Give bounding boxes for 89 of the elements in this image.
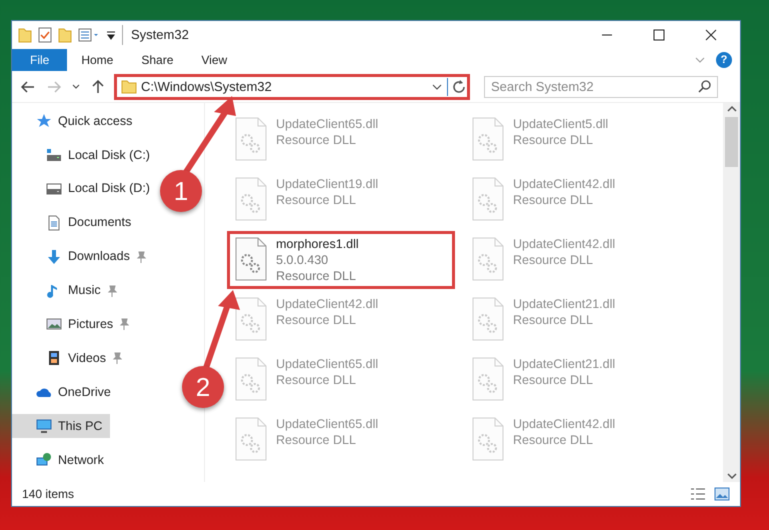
dll-file-icon (234, 296, 268, 342)
up-arrow-icon (92, 80, 104, 94)
dll-file-icon (234, 416, 268, 462)
ribbon-tab[interactable]: Share (127, 49, 188, 71)
right-arrow-icon (47, 80, 61, 92)
file-name: UpdateClient65.dll (276, 416, 378, 432)
file-name: UpdateClient21.dll (513, 296, 616, 312)
item-count: 140 items (22, 486, 74, 503)
dropdown-icon[interactable] (106, 29, 116, 41)
address-path: C:\Windows\System32 (141, 78, 273, 96)
drive-icon (46, 180, 62, 197)
scrollbar-thumb[interactable] (725, 117, 738, 167)
dll-file-icon (471, 236, 505, 282)
file-type: Resource DLL (276, 132, 357, 148)
dll-file-icon (471, 296, 505, 342)
dll-file-icon (471, 116, 505, 162)
file-name: UpdateClient42.dll (513, 416, 616, 432)
ribbon-tab[interactable]: Home (67, 49, 128, 71)
ribbon-tab[interactable]: File (12, 49, 68, 71)
file-name: UpdateClient5.dll (513, 116, 608, 132)
pin-icon[interactable] (106, 284, 117, 297)
left-arrow-icon (21, 80, 35, 92)
refresh-icon[interactable] (447, 78, 465, 96)
scroll-down-icon[interactable] (726, 472, 736, 480)
file-name: morphores1.dll (276, 236, 359, 252)
file-name: UpdateClient21.dll (513, 356, 616, 372)
file-type: Resource DLL (276, 192, 357, 208)
file-name: UpdateClient65.dll (276, 356, 378, 372)
file-type: Resource DLL (513, 432, 594, 448)
monitor-icon (36, 418, 52, 434)
file-tile[interactable]: morphores1.dll 5.0.0.430 Resource DLL (227, 231, 455, 289)
details-view-icon[interactable] (690, 487, 706, 501)
sidebar-item[interactable]: OneDrive (12, 380, 119, 404)
network-icon (36, 452, 52, 468)
sidebar-item[interactable]: This PC (12, 414, 110, 438)
download-arrow-icon (46, 248, 62, 265)
sidebar-item[interactable]: Pictures (12, 312, 138, 336)
file-type: Resource DLL (513, 252, 594, 268)
pin-icon[interactable] (112, 352, 122, 364)
ribbon-tab[interactable]: View (187, 49, 242, 71)
file-name: UpdateClient42.dll (513, 236, 616, 252)
dll-file-icon (234, 356, 268, 402)
file-type: Resource DLL (513, 192, 594, 208)
large-icons-view-icon[interactable] (714, 487, 730, 501)
file-name: UpdateClient42.dll (513, 176, 616, 192)
file-name: UpdateClient42.dll (276, 296, 378, 312)
file-type: Resource DLL (276, 432, 357, 448)
file-name: UpdateClient65.dll (276, 116, 378, 132)
file-version: 5.0.0.430 (276, 252, 330, 268)
maximize-icon (653, 29, 665, 41)
file-type: Resource DLL (513, 372, 594, 388)
dll-file-icon (471, 176, 505, 222)
dll-file-icon (234, 176, 268, 222)
scrollbar[interactable] (723, 103, 740, 482)
pin-icon[interactable] (119, 318, 130, 330)
document-icon (46, 214, 62, 231)
file-type: Resource DLL (276, 312, 357, 328)
chevron-down-icon[interactable] (431, 82, 443, 92)
pin-icon[interactable] (136, 250, 146, 263)
chevron-down-icon (72, 84, 80, 90)
film-icon (46, 350, 62, 366)
file-type: Resource DLL (513, 312, 594, 328)
folder-icon (121, 79, 137, 94)
sidebar-item[interactable]: Local Disk (C:) (12, 142, 158, 167)
dll-file-icon (234, 236, 268, 282)
sidebar-item[interactable]: Music (12, 278, 125, 303)
file-name: UpdateClient19.dll (276, 176, 378, 192)
window-title: System32 (122, 25, 189, 45)
close-icon (705, 29, 717, 41)
sidebar-item[interactable]: Local Disk (D:) (12, 176, 158, 201)
picture-icon (46, 316, 62, 332)
address-bar[interactable]: C:\Windows\System32 (114, 74, 470, 100)
scroll-up-icon[interactable] (726, 105, 736, 113)
sidebar-item[interactable]: Videos (12, 346, 130, 370)
checklist-icon[interactable] (38, 27, 52, 43)
sidebar-item[interactable]: Network (12, 448, 112, 472)
sidebar-item[interactable]: Downloads (12, 244, 154, 269)
star-icon (36, 113, 52, 129)
file-type: Resource DLL (513, 132, 594, 148)
dll-file-icon (471, 356, 505, 402)
properties-icon[interactable] (78, 28, 100, 42)
sidebar-item[interactable]: Quick access (12, 109, 140, 133)
dll-file-icon (234, 116, 268, 162)
sidebar-item[interactable]: Documents (12, 210, 140, 235)
file-type: Resource DLL (276, 372, 357, 388)
help-button[interactable]: ? (716, 52, 732, 68)
file-type: Resource DLL (276, 268, 357, 284)
dll-file-icon (471, 416, 505, 462)
drive-icon (46, 146, 62, 163)
